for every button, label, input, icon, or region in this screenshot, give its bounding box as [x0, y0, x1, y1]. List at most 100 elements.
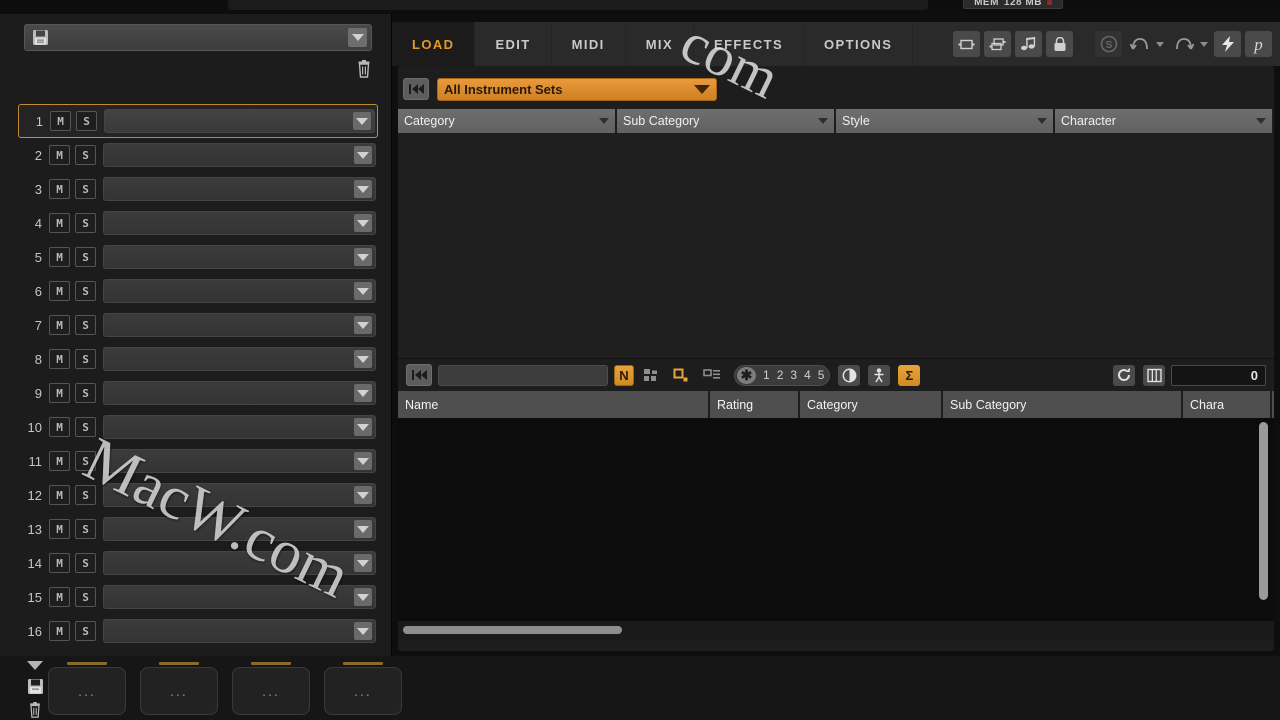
mute-button[interactable]: M: [49, 451, 70, 471]
mute-button[interactable]: M: [49, 621, 70, 641]
slot-menu-button[interactable]: [354, 146, 372, 164]
solo-button[interactable]: S: [75, 485, 96, 505]
slot-instrument-field[interactable]: [103, 143, 376, 167]
solo-button[interactable]: S: [76, 111, 97, 131]
slot-menu-button[interactable]: [354, 214, 372, 232]
slot-instrument-field[interactable]: [103, 381, 376, 405]
rating-2-button[interactable]: 2: [777, 368, 784, 382]
tab-load[interactable]: LOAD: [392, 22, 476, 66]
chevron-down-icon[interactable]: [26, 660, 44, 671]
rating-filter[interactable]: ✱ 1 2 3 4 5: [734, 364, 831, 386]
view-single-icon[interactable]: [953, 31, 980, 57]
preset-slot[interactable]: ...: [324, 662, 402, 715]
results-list[interactable]: [398, 418, 1274, 621]
slot-instrument-field[interactable]: [103, 347, 376, 371]
slot-instrument-field[interactable]: [103, 449, 376, 473]
reset-filters-icon[interactable]: [406, 364, 432, 386]
mute-button[interactable]: M: [49, 213, 70, 233]
subcategory-column-header[interactable]: Sub Category: [617, 109, 836, 133]
multi-header[interactable]: [24, 24, 372, 51]
mute-button[interactable]: M: [49, 383, 70, 403]
rack-slot[interactable]: 6 M S: [18, 274, 378, 308]
mute-button[interactable]: M: [49, 349, 70, 369]
rating-3-button[interactable]: 3: [790, 368, 797, 382]
redo-history-chevron-down-icon[interactable]: [1200, 41, 1208, 47]
solo-button[interactable]: S: [75, 587, 96, 607]
scrollbar-thumb[interactable]: [403, 626, 622, 634]
results-horizontal-scrollbar[interactable]: [398, 621, 1274, 641]
rack-slot[interactable]: 5 M S: [18, 240, 378, 274]
multi-menu-button[interactable]: [348, 28, 367, 47]
slot-menu-button[interactable]: [354, 180, 372, 198]
mute-button[interactable]: M: [49, 485, 70, 505]
solo-button[interactable]: S: [75, 349, 96, 369]
slot-menu-button[interactable]: [354, 350, 372, 368]
results-col-name[interactable]: Name: [398, 391, 710, 418]
trash-icon[interactable]: [27, 702, 43, 718]
solo-button[interactable]: S: [75, 213, 96, 233]
mute-button[interactable]: M: [49, 281, 70, 301]
slot-menu-button[interactable]: [354, 554, 372, 572]
floppy-disk-icon[interactable]: [27, 678, 44, 695]
slot-instrument-field[interactable]: [103, 483, 376, 507]
rating-4-button[interactable]: 4: [804, 368, 811, 382]
preset-box[interactable]: ...: [48, 667, 126, 715]
solo-button[interactable]: S: [75, 281, 96, 301]
redo-icon[interactable]: [1170, 31, 1197, 57]
mute-button[interactable]: M: [49, 587, 70, 607]
slot-instrument-field[interactable]: [103, 211, 376, 235]
rack-slot[interactable]: 7 M S: [18, 308, 378, 342]
rating-5-button[interactable]: 5: [818, 368, 825, 382]
preset-slot[interactable]: ...: [140, 662, 218, 715]
category-column-header[interactable]: Category: [398, 109, 617, 133]
slot-menu-button[interactable]: [354, 384, 372, 402]
tab-effects[interactable]: EFFECTS: [694, 22, 805, 66]
results-col-category[interactable]: Category: [800, 391, 943, 418]
solo-button[interactable]: S: [75, 247, 96, 267]
solo-button[interactable]: S: [75, 451, 96, 471]
preset-box[interactable]: ...: [140, 667, 218, 715]
rack-slot[interactable]: 14 M S: [18, 546, 378, 580]
rack-slot[interactable]: 16 M S: [18, 614, 378, 648]
view-list-icon[interactable]: [700, 365, 724, 386]
view-multi-icon[interactable]: [984, 31, 1011, 57]
mute-button[interactable]: M: [49, 315, 70, 335]
rack-slot[interactable]: 9 M S: [18, 376, 378, 410]
contrast-icon[interactable]: [838, 364, 861, 386]
results-col-subcategory[interactable]: Sub Category: [943, 391, 1183, 418]
trash-icon[interactable]: [356, 60, 372, 78]
tab-options[interactable]: OPTIONS: [804, 22, 914, 66]
view-grid-icon[interactable]: [640, 365, 664, 386]
mute-button[interactable]: M: [49, 179, 70, 199]
undo-icon[interactable]: [1126, 31, 1153, 57]
solo-button[interactable]: S: [75, 145, 96, 165]
solo-button[interactable]: S: [75, 383, 96, 403]
solo-button[interactable]: S: [75, 179, 96, 199]
slot-instrument-field[interactable]: [103, 415, 376, 439]
solo-button[interactable]: S: [75, 519, 96, 539]
rating-1-button[interactable]: 1: [763, 368, 770, 382]
rack-slot[interactable]: 11 M S: [18, 444, 378, 478]
slot-instrument-field[interactable]: [103, 619, 376, 643]
mute-button[interactable]: M: [49, 519, 70, 539]
rating-any-button[interactable]: ✱: [737, 366, 756, 384]
slot-menu-button[interactable]: [354, 248, 372, 266]
mute-button[interactable]: M: [50, 111, 71, 131]
columns-icon[interactable]: [1143, 364, 1165, 386]
performance-p-icon[interactable]: p: [1245, 31, 1272, 57]
solo-button[interactable]: S: [75, 417, 96, 437]
slot-instrument-field[interactable]: [104, 109, 375, 133]
slot-instrument-field[interactable]: [103, 517, 376, 541]
preset-slot[interactable]: ...: [232, 662, 310, 715]
slot-instrument-field[interactable]: [103, 551, 376, 575]
slot-menu-button[interactable]: [353, 112, 371, 130]
slot-menu-button[interactable]: [354, 282, 372, 300]
results-col-rating[interactable]: Rating: [710, 391, 800, 418]
floppy-disk-icon[interactable]: [32, 29, 49, 46]
tab-mix[interactable]: MIX: [626, 22, 695, 66]
mute-button[interactable]: M: [49, 247, 70, 267]
rack-slot[interactable]: 3 M S: [18, 172, 378, 206]
slot-instrument-field[interactable]: [103, 279, 376, 303]
name-filter-button[interactable]: N: [614, 364, 634, 386]
preset-box[interactable]: ...: [232, 667, 310, 715]
